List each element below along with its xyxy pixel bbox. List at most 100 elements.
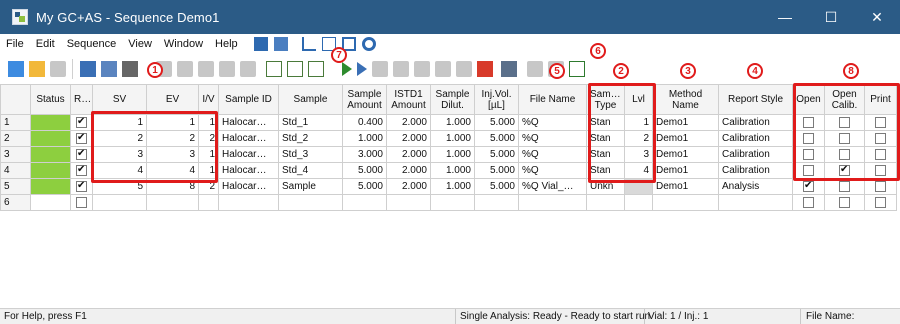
sample-amount-cell[interactable]: 5.000: [342, 162, 387, 179]
col-header-ev[interactable]: EV: [146, 84, 199, 115]
istd1-amount-cell[interactable]: 2.000: [386, 162, 431, 179]
file-name-cell[interactable]: %Q: [518, 162, 587, 179]
col-header-iv[interactable]: I/V: [198, 84, 219, 115]
empty-cell[interactable]: [430, 194, 475, 211]
inj-vol-cell[interactable]: 5.000: [474, 114, 519, 131]
print-checkbox[interactable]: [875, 196, 886, 208]
col-header-status[interactable]: Status: [30, 84, 71, 115]
col-header-report-style[interactable]: Report Style: [718, 84, 793, 115]
target-icon[interactable]: [361, 37, 376, 51]
save-icon[interactable]: [50, 61, 66, 77]
wrench-icon[interactable]: [501, 61, 517, 77]
redo-icon[interactable]: [177, 61, 193, 77]
menu-window[interactable]: Window: [158, 38, 209, 50]
find-icon[interactable]: [101, 61, 117, 77]
empty-cell[interactable]: [518, 194, 587, 211]
report-style-cell[interactable]: Calibration: [718, 162, 793, 179]
empty-cell[interactable]: [92, 194, 147, 211]
column-options-icon[interactable]: [569, 61, 585, 77]
report-icon[interactable]: [273, 37, 288, 51]
new-file-icon[interactable]: [8, 61, 24, 77]
sample-amount-cell[interactable]: 1.000: [342, 130, 387, 147]
method-name-cell[interactable]: Demo1: [652, 146, 719, 163]
stop-icon[interactable]: [393, 61, 409, 77]
open-calib-checkbox[interactable]: [839, 180, 850, 192]
col-header-sample-amount[interactable]: Sample Amount: [342, 84, 387, 115]
inj-vol-cell[interactable]: 5.000: [474, 162, 519, 179]
sample-dilut-cell[interactable]: 1.000: [430, 162, 475, 179]
empty-cell[interactable]: [652, 194, 719, 211]
file-name-cell[interactable]: %Q: [518, 130, 587, 147]
reprocess-icon[interactable]: [435, 61, 451, 77]
pause-icon[interactable]: [372, 61, 388, 77]
print-preview-icon[interactable]: [80, 61, 96, 77]
report-style-cell[interactable]: Calibration: [718, 146, 793, 163]
report-style-cell[interactable]: Calibration: [718, 114, 793, 131]
istd1-amount-cell[interactable]: 2.000: [386, 130, 431, 147]
method-name-cell[interactable]: Demo1: [652, 162, 719, 179]
table-row-empty[interactable]: 6: [0, 194, 897, 211]
open-checkbox[interactable]: [803, 180, 814, 192]
sample-dilut-cell[interactable]: 1.000: [430, 178, 475, 195]
col-header-sample-dilut[interactable]: Sample Dilut.: [430, 84, 475, 115]
istd1-amount-cell[interactable]: 2.000: [386, 114, 431, 131]
inj-vol-cell[interactable]: 5.000: [474, 130, 519, 147]
sample-cell[interactable]: Std_3: [278, 146, 343, 163]
paste-icon[interactable]: [240, 61, 256, 77]
run-checkbox[interactable]: [76, 196, 87, 208]
run-checkbox[interactable]: [76, 180, 87, 192]
empty-cell[interactable]: [146, 194, 199, 211]
run-checkbox[interactable]: [76, 116, 87, 128]
start-from-row-icon[interactable]: [357, 62, 367, 76]
method-name-cell[interactable]: Demo1: [652, 178, 719, 195]
sample-amount-cell[interactable]: 3.000: [342, 146, 387, 163]
open-calib-checkbox[interactable]: [839, 196, 850, 208]
open-folder-icon[interactable]: [29, 61, 45, 77]
row-number[interactable]: 5: [0, 178, 31, 195]
menu-sequence[interactable]: Sequence: [61, 38, 123, 50]
menu-file[interactable]: File: [0, 38, 30, 50]
col-header-run[interactable]: Run: [70, 84, 93, 115]
sample-id-cell[interactable]: Halocar…: [218, 114, 279, 131]
sample-dilut-cell[interactable]: 1.000: [430, 114, 475, 131]
hold-icon[interactable]: [456, 61, 472, 77]
row-number[interactable]: 3: [0, 146, 31, 163]
sample-cell[interactable]: Std_4: [278, 162, 343, 179]
inj-vol-cell[interactable]: 5.000: [474, 146, 519, 163]
maximize-button[interactable]: ☐: [808, 0, 854, 34]
print-icon[interactable]: [122, 61, 138, 77]
col-header-method-name[interactable]: Method Name: [652, 84, 719, 115]
file-name-cell[interactable]: %Q: [518, 114, 587, 131]
empty-cell[interactable]: [474, 194, 519, 211]
empty-cell[interactable]: [218, 194, 279, 211]
sample-id-cell[interactable]: Halocar…: [218, 130, 279, 147]
file-name-cell[interactable]: %Q: [518, 146, 587, 163]
chart-blue-icon[interactable]: [253, 37, 268, 51]
empty-cell[interactable]: [198, 194, 219, 211]
menu-edit[interactable]: Edit: [30, 38, 61, 50]
method-name-cell[interactable]: Demo1: [652, 114, 719, 131]
settings-icon[interactable]: [527, 61, 543, 77]
empty-cell[interactable]: [278, 194, 343, 211]
col-header-inj-vol[interactable]: Inj.Vol. [µL]: [474, 84, 519, 115]
peak-icon[interactable]: [301, 37, 316, 51]
menu-view[interactable]: View: [122, 38, 158, 50]
open-checkbox[interactable]: [803, 196, 814, 208]
empty-cell[interactable]: [624, 194, 653, 211]
start-run-icon[interactable]: [342, 62, 352, 76]
sample-id-cell[interactable]: Halocar…: [218, 146, 279, 163]
empty-cell[interactable]: [386, 194, 431, 211]
sample-id-cell[interactable]: Halocar…: [218, 162, 279, 179]
run-checkbox[interactable]: [76, 148, 87, 160]
run-checkbox[interactable]: [76, 164, 87, 176]
sample-cell[interactable]: Std_1: [278, 114, 343, 131]
row-number[interactable]: 2: [0, 130, 31, 147]
insert-row-icon[interactable]: [266, 61, 282, 77]
sample-amount-cell[interactable]: 5.000: [342, 178, 387, 195]
empty-cell[interactable]: [342, 194, 387, 211]
col-header-file-name[interactable]: File Name: [518, 84, 587, 115]
cut-icon[interactable]: [198, 61, 214, 77]
system-stop-icon[interactable]: [477, 61, 493, 77]
sample-dilut-cell[interactable]: 1.000: [430, 146, 475, 163]
report-style-cell[interactable]: Calibration: [718, 130, 793, 147]
